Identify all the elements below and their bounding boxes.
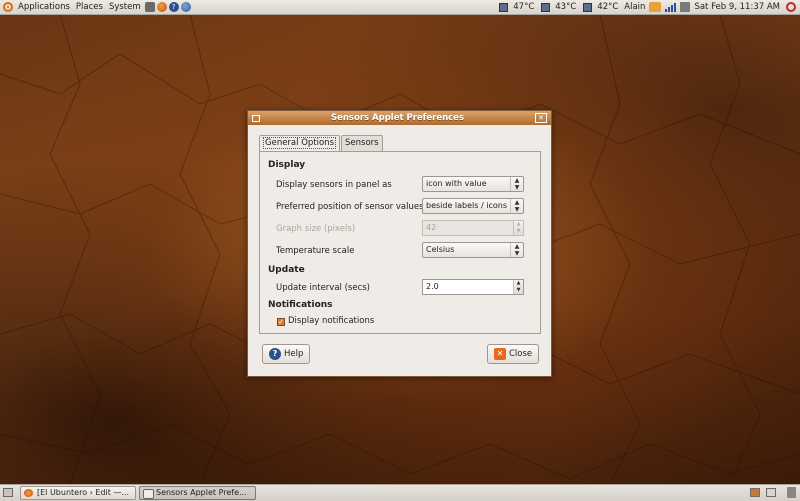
trash-icon[interactable] bbox=[787, 487, 796, 498]
menu-places[interactable]: Places bbox=[73, 0, 106, 14]
help-icon[interactable]: ? bbox=[168, 2, 179, 12]
taskbar-item-preferences[interactable]: Sensors Applet Prefe... bbox=[139, 486, 256, 500]
notifications-heading: Notifications bbox=[268, 300, 333, 310]
position-label: Preferred position of sensor values bbox=[276, 202, 424, 212]
help-icon: ? bbox=[269, 348, 281, 360]
spin-arrows-icon[interactable]: ▲ ▼ bbox=[513, 280, 523, 294]
power-icon[interactable] bbox=[786, 2, 796, 12]
dialog-title: Sensors Applet Preferences bbox=[330, 113, 465, 123]
window-close-icon[interactable]: ✕ bbox=[535, 113, 547, 123]
window-icon bbox=[143, 489, 154, 499]
cpu-sensor-icon bbox=[499, 2, 509, 12]
dialog-titlebar[interactable]: Sensors Applet Preferences ✕ bbox=[248, 111, 551, 125]
display-notifications-checkbox[interactable]: ✓ bbox=[277, 318, 285, 326]
tab-sensors[interactable]: Sensors bbox=[341, 135, 383, 151]
update-interval-label: Update interval (secs) bbox=[276, 283, 370, 293]
tab-general-options-label: General Options bbox=[263, 137, 336, 149]
cpu-sensor-icon bbox=[583, 2, 593, 12]
bottom-panel: [El Ubuntero › Edit —... Sensors Applet … bbox=[0, 484, 800, 501]
network-signal-icon[interactable] bbox=[665, 2, 677, 12]
taskbar-item-label: Sensors Applet Prefe... bbox=[156, 488, 247, 497]
update-interval-value: 2.0 bbox=[426, 282, 439, 291]
show-desktop-icon[interactable] bbox=[3, 488, 13, 497]
menu-system[interactable]: System bbox=[106, 0, 144, 14]
temperature-scale-label: Temperature scale bbox=[276, 246, 355, 256]
combo-arrows-icon: ▲ ▼ bbox=[510, 243, 523, 257]
help-button[interactable]: ? Help bbox=[262, 344, 311, 364]
screenshot-icon[interactable] bbox=[144, 2, 155, 12]
sensor-3-value[interactable]: 42°C bbox=[594, 0, 621, 14]
messaging-icon[interactable] bbox=[649, 2, 662, 12]
close-icon: ✕ bbox=[494, 348, 506, 360]
firefox-icon[interactable] bbox=[156, 2, 167, 12]
taskbar-item-browser[interactable]: [El Ubuntero › Edit —... bbox=[20, 486, 136, 500]
clock[interactable]: Sat Feb 9, 11:37 AM bbox=[691, 0, 783, 14]
taskbar-item-label: [El Ubuntero › Edit —... bbox=[37, 488, 130, 497]
workspace-2[interactable] bbox=[766, 488, 776, 497]
combo-arrows-icon: ▲ ▼ bbox=[510, 177, 523, 191]
display-sensors-combo[interactable]: icon with value ▲ ▼ bbox=[422, 176, 524, 192]
display-sensors-label: Display sensors in panel as bbox=[276, 180, 392, 190]
cpu-sensor-icon bbox=[541, 2, 551, 12]
user-name[interactable]: Alain bbox=[621, 0, 648, 14]
tab-general-options[interactable]: General Options bbox=[259, 135, 340, 152]
temperature-scale-value: Celsius bbox=[426, 245, 455, 254]
close-button-label: Close bbox=[509, 349, 533, 359]
sensor-1-value[interactable]: 47°C bbox=[510, 0, 537, 14]
position-combo[interactable]: beside labels / icons ▲ ▼ bbox=[422, 198, 524, 214]
update-interval-spin[interactable]: 2.0 ▲ ▼ bbox=[422, 279, 524, 295]
menu-applications[interactable]: Applications bbox=[15, 0, 73, 14]
display-notifications-label[interactable]: Display notifications bbox=[288, 316, 374, 326]
display-heading: Display bbox=[268, 160, 306, 170]
ubuntu-logo-icon[interactable] bbox=[3, 2, 13, 12]
window-menu-icon[interactable] bbox=[252, 114, 260, 122]
display-sensors-value: icon with value bbox=[426, 179, 487, 188]
top-panel: Applications Places System ? 47°C 43°C 4… bbox=[0, 0, 800, 15]
volume-icon[interactable] bbox=[680, 2, 691, 12]
temperature-scale-combo[interactable]: Celsius ▲ ▼ bbox=[422, 242, 524, 258]
thunderbird-icon[interactable] bbox=[180, 2, 191, 12]
preferences-dialog: Sensors Applet Preferences ✕ General Opt… bbox=[247, 110, 552, 377]
close-button[interactable]: ✕ Close bbox=[487, 344, 540, 364]
position-value: beside labels / icons bbox=[426, 201, 507, 210]
tab-bar: General Options Sensors bbox=[259, 135, 384, 152]
general-options-panel: Display Display sensors in panel as icon… bbox=[259, 151, 541, 334]
graph-size-spin: 42 ▲ ▼ bbox=[422, 220, 524, 236]
update-heading: Update bbox=[268, 265, 305, 275]
graph-size-value: 42 bbox=[426, 223, 437, 232]
help-button-label: Help bbox=[284, 349, 304, 359]
spin-arrows-icon: ▲ ▼ bbox=[513, 221, 523, 235]
firefox-icon bbox=[24, 489, 33, 497]
workspace-1[interactable] bbox=[750, 488, 760, 497]
sensor-2-value[interactable]: 43°C bbox=[552, 0, 579, 14]
tab-sensors-label: Sensors bbox=[345, 138, 379, 148]
graph-size-label: Graph size (pixels) bbox=[276, 224, 356, 234]
combo-arrows-icon: ▲ ▼ bbox=[510, 199, 523, 213]
